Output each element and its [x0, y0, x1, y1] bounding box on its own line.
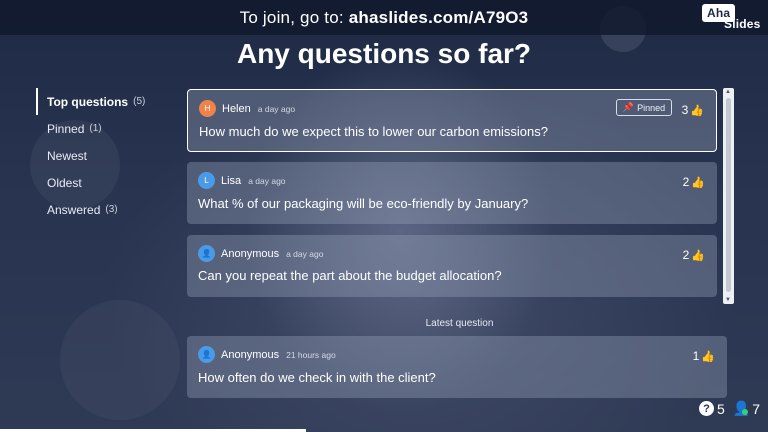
pinned-label: Pinned [637, 102, 666, 113]
sidebar-item-label: Top questions [47, 94, 129, 109]
question-author: Anonymous [221, 247, 280, 260]
question-card[interactable]: 👤 Anonymous a day ago 2 👍 Can you repeat… [187, 235, 717, 297]
decorative-bokeh [60, 300, 180, 420]
vote-count: 3 [681, 103, 689, 117]
question-time: a day ago [286, 248, 324, 259]
pin-icon: 📌 [622, 102, 635, 112]
question-time: a day ago [248, 175, 286, 186]
session-stats: ? 5 👤 7 [698, 400, 760, 417]
sidebar-item-count: (3) [105, 204, 118, 215]
sort-sidebar: Top questions (5) Pinned (1) Newest Olde… [36, 88, 176, 223]
sidebar-item-label: Oldest [47, 175, 82, 190]
anonymous-user-icon: 👤 [198, 346, 215, 363]
question-author: Anonymous [221, 348, 280, 361]
question-text: Can you repeat the part about the budget… [198, 268, 502, 283]
logo-slides: Slides [724, 17, 761, 31]
sidebar-item-pinned[interactable]: Pinned (1) [36, 115, 176, 142]
user-icon: 👤 [732, 400, 751, 416]
participants-count: 7 [752, 400, 760, 417]
question-text: How often do we check in with the client… [198, 370, 436, 385]
sidebar-item-oldest[interactable]: Oldest [36, 169, 176, 196]
upvote-button[interactable]: 2 👍 [683, 175, 705, 189]
sidebar-item-top-questions[interactable]: Top questions (5) [36, 88, 176, 115]
join-code: ahaslides.com/A79O3 [348, 7, 529, 27]
sidebar-item-count: (5) [133, 96, 146, 107]
question-meta: L Lisa a day ago [198, 172, 286, 189]
sidebar-item-answered[interactable]: Answered (3) [36, 196, 176, 223]
join-bar: To join, go to: ahaslides.com/A79O3 Aha … [0, 0, 768, 35]
thumbs-up-icon: 👍 [701, 350, 715, 363]
sidebar-item-newest[interactable]: Newest [36, 142, 176, 169]
question-list-scrollbar[interactable]: ▲ ▼ [723, 88, 734, 304]
thumbs-up-icon: 👍 [691, 176, 705, 189]
question-meta: 👤 Anonymous 21 hours ago [198, 346, 336, 363]
question-card[interactable]: L Lisa a day ago 2 👍 What % of our packa… [187, 162, 717, 224]
avatar: L [198, 172, 215, 189]
online-dot [741, 409, 748, 415]
avatar: H [199, 100, 216, 117]
upvote-button[interactable]: 2 👍 [683, 248, 705, 262]
latest-question-label: Latest question [425, 318, 494, 329]
question-author: Lisa [221, 174, 242, 187]
upvote-button[interactable]: 1 👍 [693, 349, 715, 363]
sidebar-item-label: Newest [47, 148, 88, 163]
question-meta: H Helen a day ago [199, 100, 295, 117]
scroll-up-icon[interactable]: ▲ [725, 89, 731, 95]
question-text: How much do we expect this to lower our … [199, 124, 548, 139]
question-author: Helen [222, 102, 251, 115]
question-text: What % of our packaging will be eco-frie… [198, 196, 529, 211]
scroll-down-icon[interactable]: ▼ [725, 297, 731, 303]
question-time: 21 hours ago [286, 349, 336, 360]
vote-count: 1 [692, 349, 700, 363]
latest-question-card[interactable]: 👤 Anonymous 21 hours ago 1 👍 How often d… [187, 336, 727, 398]
pinned-badge[interactable]: 📌 Pinned [616, 99, 672, 116]
anonymous-user-icon: 👤 [198, 245, 215, 262]
question-card[interactable]: H Helen a day ago 📌 Pinned 3 👍 How much … [187, 89, 717, 152]
upvote-button[interactable]: 3 👍 [682, 103, 704, 117]
question-meta: 👤 Anonymous a day ago [198, 245, 323, 262]
ahaslides-logo: Aha Slides [702, 4, 760, 32]
questions-count: 5 [716, 400, 725, 417]
thumbs-up-icon: 👍 [691, 249, 705, 262]
vote-count: 2 [682, 248, 690, 262]
page-title: Any questions so far? [236, 38, 532, 69]
sidebar-item-label: Answered [47, 202, 101, 217]
thumbs-up-icon: 👍 [690, 104, 704, 117]
sidebar-item-label: Pinned [47, 121, 85, 136]
question-time: a day ago [257, 103, 296, 114]
question-icon: ? [698, 401, 714, 416]
sidebar-item-count: (1) [89, 123, 102, 134]
scroll-thumb[interactable] [726, 98, 731, 292]
vote-count: 2 [682, 175, 690, 189]
join-instruction: To join, go to: [239, 7, 344, 27]
